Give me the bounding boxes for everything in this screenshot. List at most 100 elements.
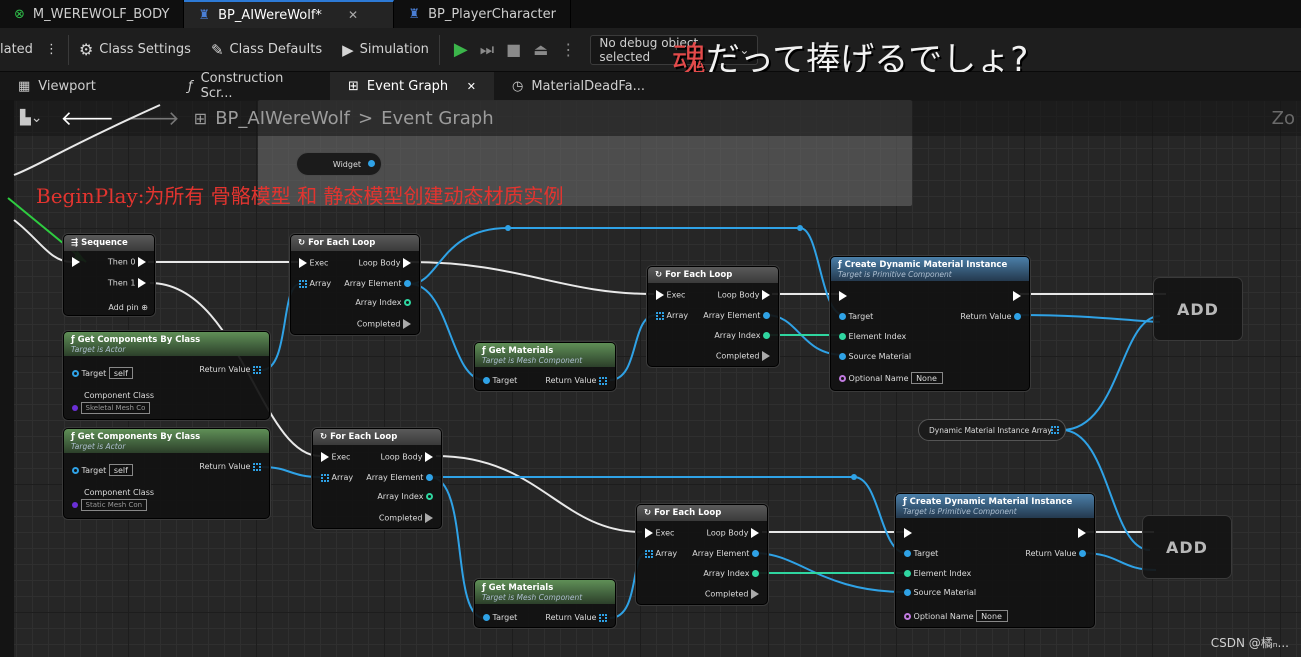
array-add-node-1[interactable]: ADD [1154, 278, 1242, 340]
component-class-pin[interactable]: Static Mesh Con [72, 499, 148, 511]
optional-name-input[interactable]: None [976, 610, 1009, 622]
simulation-button[interactable]: ▶ Simulation [332, 28, 439, 72]
exec-in-pin[interactable] [904, 528, 912, 538]
for-each-loop-node-2[interactable]: ↻ For Each Loop Exec Array Loop Body Arr… [647, 266, 779, 367]
array-pin[interactable]: Array [299, 279, 331, 288]
play-icon[interactable]: ▶ [448, 39, 474, 60]
class-select[interactable]: Static Mesh Con [80, 499, 148, 511]
return-pin[interactable]: Return Value [199, 462, 261, 471]
completed-pin[interactable]: Completed [716, 351, 770, 361]
element-index-pin[interactable]: Element Index [904, 569, 971, 578]
get-components-node-static[interactable]: ƒ Get Components By Class Target is Actor… [63, 428, 270, 519]
completed-pin[interactable]: Completed [357, 319, 411, 329]
exec-out-pin[interactable] [1013, 291, 1021, 301]
for-each-loop-node-1[interactable]: ↻ For Each Loop Exec Array Loop Body Arr… [290, 234, 420, 335]
breadcrumb-graph[interactable]: Event Graph [381, 108, 494, 129]
self-input[interactable]: self [108, 367, 133, 379]
pin-label: Exec [655, 528, 675, 538]
return-pin[interactable]: Return Value [1025, 549, 1086, 558]
close-icon[interactable]: ✕ [348, 8, 358, 22]
create-dmi-node-2[interactable]: ƒ Create Dynamic Material Instance Target… [895, 493, 1095, 628]
array-element-pin[interactable]: Array Element [366, 473, 433, 482]
then1-pin[interactable]: Then 1 [108, 278, 146, 288]
array-pin[interactable]: Array [656, 311, 688, 320]
get-components-node-skeletal[interactable]: ƒ Get Components By Class Target is Actor… [63, 331, 270, 420]
target-pin[interactable]: Target self [72, 464, 133, 476]
back-arrow-icon[interactable]: 🡐 [61, 106, 115, 130]
class-select[interactable]: Skeletal Mesh Co [80, 402, 151, 414]
optional-name-input[interactable]: None [911, 372, 944, 384]
source-material-pin[interactable]: Source Material [904, 588, 976, 597]
source-material-pin[interactable]: Source Material [839, 352, 911, 361]
add-pin-button[interactable]: Add pin ⊕ [108, 303, 148, 312]
component-class-pin[interactable]: Skeletal Mesh Co [72, 402, 151, 414]
more-icon[interactable]: ⋮ [554, 40, 582, 59]
target-pin[interactable]: Target [483, 376, 517, 385]
create-dmi-node-1[interactable]: ƒ Create Dynamic Material Instance Target… [830, 256, 1030, 391]
step-icon[interactable]: ⏭ [474, 40, 500, 60]
close-icon[interactable]: ✕ [467, 80, 476, 93]
output-pin[interactable] [1051, 426, 1059, 434]
return-pin[interactable]: Return Value [960, 312, 1021, 321]
loop-body-pin[interactable]: Loop Body [381, 452, 433, 462]
exec-in-pin[interactable] [72, 257, 80, 267]
tab-material-dead-fade[interactable]: ◷ MaterialDeadFa... [494, 72, 663, 100]
completed-pin[interactable]: Completed [705, 589, 759, 599]
array-element-pin[interactable]: Array Element [703, 311, 770, 320]
for-each-loop-node-4[interactable]: ↻ For Each Loop Exec Array Loop Body Arr… [636, 504, 768, 605]
array-element-pin[interactable]: Array Element [344, 279, 411, 288]
dmi-array-variable-node[interactable]: Dynamic Material Instance Array [918, 419, 1066, 441]
widget-variable-node[interactable]: Widget [296, 152, 382, 176]
class-settings-button[interactable]: ⚙ Class Settings [69, 28, 201, 72]
class-defaults-button[interactable]: ✎ Class Defaults [201, 28, 332, 72]
exec-in-pin[interactable]: Exec [321, 452, 350, 462]
return-pin[interactable]: Return Value [545, 376, 607, 385]
optional-name-pin[interactable]: Optional Name None [904, 610, 1009, 622]
eject-icon[interactable]: ⏏ [527, 40, 554, 59]
exec-in-pin[interactable] [839, 291, 847, 301]
sequence-node[interactable]: ⇶ Sequence Then 0 Then 1 Add pin ⊕ [63, 234, 155, 316]
compile-button[interactable]: lated ⋮ [0, 28, 68, 72]
return-pin[interactable]: Return Value [545, 613, 607, 622]
exec-out-pin[interactable] [1078, 528, 1086, 538]
exec-in-pin[interactable]: Exec [299, 258, 328, 268]
tab-bp-aiwerewolf[interactable]: ♜ BP_AIWereWolf* ✕ [184, 0, 395, 28]
completed-pin[interactable]: Completed [379, 513, 433, 523]
bookmark-icon[interactable]: ▙⌄ [20, 110, 43, 126]
array-element-pin[interactable]: Array Element [692, 549, 759, 558]
tab-bp-playercharacter[interactable]: ♜ BP_PlayerCharacter [394, 0, 571, 28]
loop-body-pin[interactable]: Loop Body [359, 258, 411, 268]
forward-arrow-icon[interactable]: 🡒 [126, 106, 180, 130]
target-pin[interactable]: Target self [72, 367, 133, 379]
stop-icon[interactable]: ■ [500, 40, 527, 59]
then0-pin[interactable]: Then 0 [108, 257, 146, 267]
target-pin[interactable]: Target [904, 549, 938, 558]
exec-in-pin[interactable]: Exec [645, 528, 674, 538]
tab-m-werewolf-body[interactable]: ⊗ M_WEREWOLF_BODY [0, 0, 185, 28]
array-index-pin[interactable]: Array Index [377, 492, 433, 501]
breadcrumb-blueprint[interactable]: BP_AIWereWolf [215, 108, 350, 129]
array-pin[interactable]: Array [645, 549, 677, 558]
array-index-pin[interactable]: Array Index [703, 569, 759, 578]
return-pin[interactable]: Return Value [199, 365, 261, 374]
exec-in-pin[interactable]: Exec [656, 290, 685, 300]
tab-viewport[interactable]: ▦ Viewport [0, 72, 170, 100]
tab-construction-script[interactable]: ƒ Construction Scr... [170, 71, 330, 101]
output-pin[interactable] [368, 160, 375, 167]
loop-body-pin[interactable]: Loop Body [718, 290, 770, 300]
target-pin[interactable]: Target [483, 613, 517, 622]
target-pin[interactable]: Target [839, 312, 873, 321]
array-add-node-2[interactable]: ADD [1143, 516, 1231, 578]
array-index-pin[interactable]: Array Index [714, 331, 770, 340]
loop-body-pin[interactable]: Loop Body [707, 528, 759, 538]
get-materials-node-1[interactable]: ƒ Get Materials Target is Mesh Component … [474, 342, 616, 391]
element-index-pin[interactable]: Element Index [839, 332, 906, 341]
self-input[interactable]: self [108, 464, 133, 476]
optional-name-pin[interactable]: Optional Name None [839, 372, 944, 384]
array-pin[interactable]: Array [321, 473, 353, 482]
for-each-loop-node-3[interactable]: ↻ For Each Loop Exec Array Loop Body Arr… [312, 428, 442, 529]
more-icon[interactable]: ⋮ [45, 42, 58, 57]
array-index-pin[interactable]: Array Index [355, 298, 411, 307]
tab-event-graph[interactable]: ⊞ Event Graph ✕ [330, 72, 494, 100]
get-materials-node-2[interactable]: ƒ Get Materials Target is Mesh Component … [474, 579, 616, 628]
